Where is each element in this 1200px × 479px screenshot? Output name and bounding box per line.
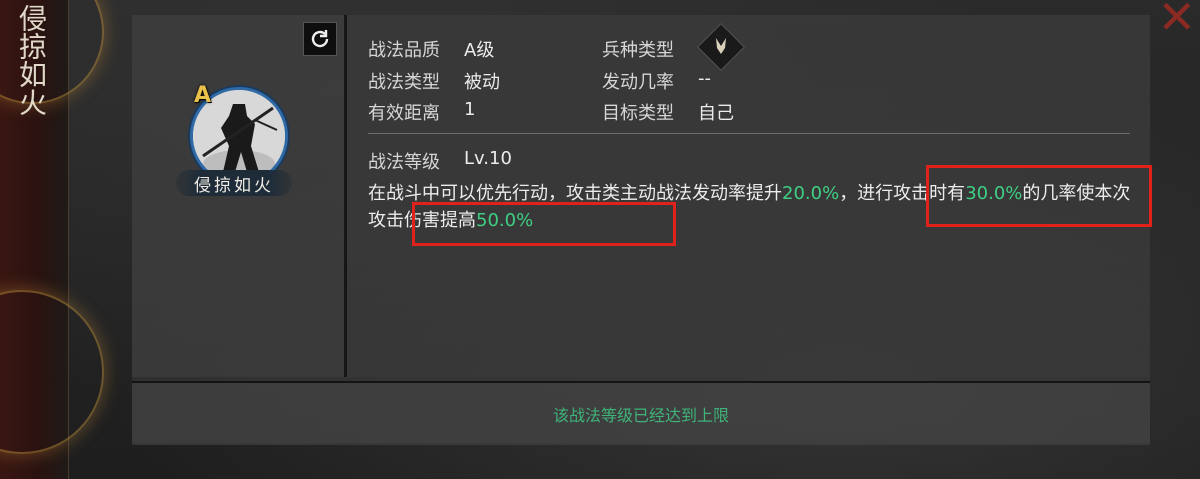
target-type-label: 目标类型 [602, 103, 674, 124]
divider [368, 133, 1130, 134]
footer-status-bar: 该战法等级已经达到上限 [132, 381, 1150, 445]
quality-label: 战法品质 [368, 40, 440, 61]
description-text: 在战斗中可以优先行动，攻击类主动战法发动率提升 [368, 183, 782, 204]
range-value: 1 [464, 99, 476, 120]
skill-name-plate: 侵掠如火 [176, 170, 292, 196]
description-highlight-value: 20.0% [782, 183, 840, 204]
trigger-rate-value: -- [698, 68, 711, 89]
skill-portrait-column [132, 15, 347, 377]
type-value: 被动 [464, 72, 500, 93]
trigger-rate-label: 发动几率 [602, 72, 674, 93]
annotation-highlight-box [412, 202, 676, 246]
refresh-button[interactable] [303, 22, 337, 56]
vertical-skill-title: 侵掠如火 [15, 4, 48, 116]
close-icon[interactable]: ✕ [1157, 0, 1196, 40]
grade-badge: A [194, 83, 212, 108]
level-value: Lv.10 [464, 148, 512, 169]
range-label: 有效距离 [368, 103, 440, 124]
level-label: 战法等级 [368, 152, 440, 173]
quality-value: A级 [464, 40, 495, 61]
type-label: 战法类型 [368, 72, 440, 93]
skill-name: 侵掠如火 [194, 175, 274, 196]
target-type-value: 自己 [698, 103, 734, 124]
annotation-highlight-box [926, 165, 1152, 227]
troop-type-label: 兵种类型 [602, 40, 674, 61]
max-level-status: 该战法等级已经达到上限 [552, 406, 729, 425]
troop-type-glyph-icon [716, 38, 726, 54]
refresh-icon [311, 30, 329, 48]
